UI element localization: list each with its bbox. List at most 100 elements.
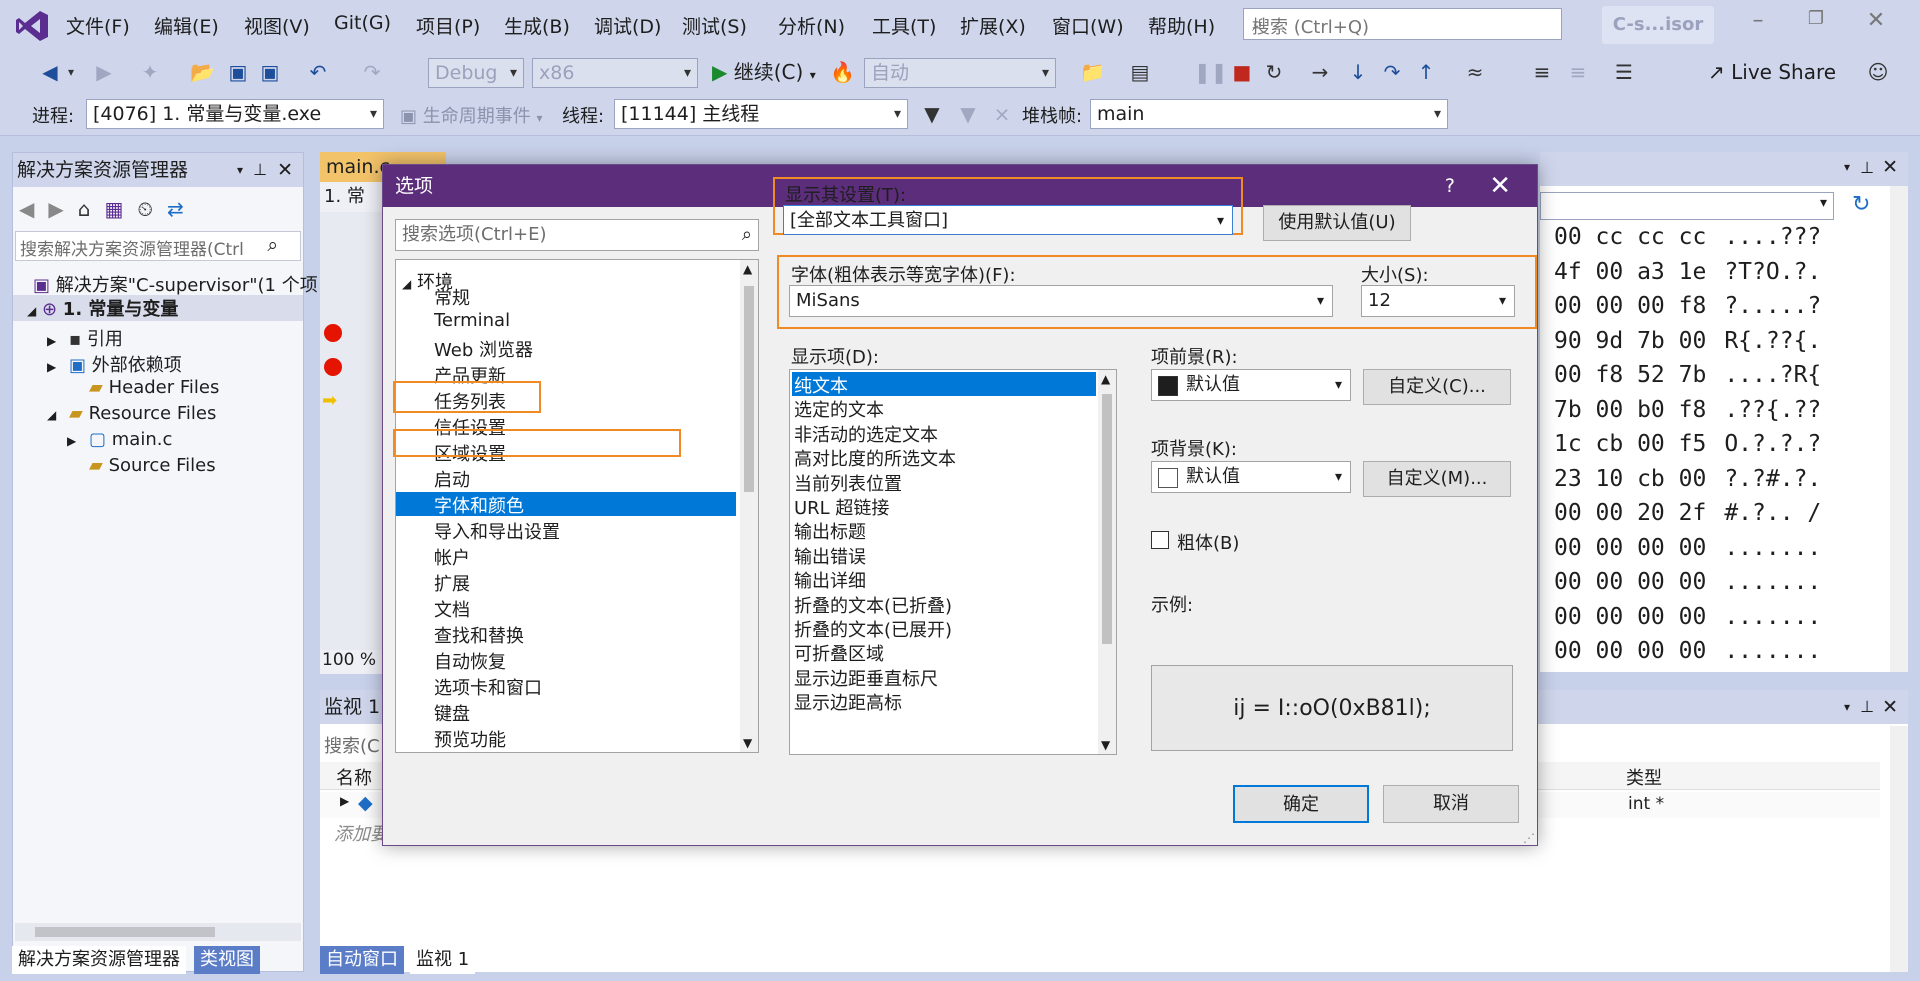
project-node[interactable]: ◢ ⊕ 1. 常量与变量 (13, 295, 303, 321)
indent-icon[interactable]: ☰ (1612, 58, 1636, 86)
tree-item[interactable]: 扩展 (396, 570, 736, 595)
display-item[interactable]: 高对比度的所选文本 (792, 445, 1096, 470)
zoom-level[interactable]: 100 % (320, 650, 382, 674)
search-input[interactable]: 搜索 (Ctrl+Q) ⌕ (1243, 8, 1562, 40)
comment-icon[interactable]: ≡ (1530, 58, 1554, 86)
memory-scrollbar[interactable] (1890, 186, 1908, 672)
display-item[interactable]: 当前列表位置 (792, 470, 1096, 495)
resize-grip-icon[interactable]: ⋰ (1523, 831, 1535, 845)
back-icon[interactable]: ◀ (19, 197, 34, 221)
menu-item[interactable]: Git(G) (334, 12, 391, 34)
close-panel-icon[interactable]: ✕ (277, 153, 293, 187)
tree-item[interactable]: 文档 (396, 596, 736, 621)
tree-item[interactable]: 帐户 (396, 544, 736, 569)
tree-item[interactable]: 选项卡和窗口 (396, 674, 736, 699)
watch-col-type[interactable]: 类型 (1626, 764, 1662, 790)
pin-icon[interactable]: ⊥ (253, 153, 267, 187)
step-out-icon[interactable]: ↑ (1414, 58, 1438, 86)
display-item[interactable]: 输出错误 (792, 543, 1096, 568)
display-item[interactable]: 非活动的选定文本 (792, 421, 1096, 446)
expand-icon[interactable]: ▶ (340, 794, 349, 808)
watch-col-name[interactable]: 名称 (336, 764, 372, 790)
save-icon[interactable]: ▣ (226, 58, 250, 86)
close-window-icon[interactable]: ✕ (1856, 8, 1896, 42)
live-share-button[interactable]: ↗ Live Share (1708, 58, 1868, 86)
scroll-down-icon[interactable]: ▼ (1101, 738, 1110, 752)
expand-icon[interactable]: ◢ (47, 408, 69, 422)
feedback-icon[interactable]: ☺ (1866, 58, 1890, 86)
menu-item[interactable]: 窗口(W) (1052, 12, 1124, 39)
add-watch-item[interactable]: 添加要 (334, 820, 388, 846)
ok-button[interactable]: 确定 (1233, 785, 1369, 823)
display-item[interactable]: 显示边距高标 (792, 689, 1096, 714)
stack-frame-select[interactable]: main ▾ (1090, 99, 1448, 129)
display-items-scrollbar[interactable]: ▲ ▼ (1098, 370, 1116, 754)
process-select[interactable]: [4076] 1. 常量与变量.exe ▾ (86, 99, 384, 129)
panel-menu-icon[interactable]: ▾ (237, 153, 243, 187)
switch-views-icon[interactable]: ▦ (104, 197, 123, 221)
close-dialog-icon[interactable]: ✕ (1489, 165, 1511, 207)
display-scroll-thumb[interactable] (1102, 394, 1112, 644)
solution-item[interactable]: ◢ ▰ Resource Files (47, 403, 216, 424)
screen-icon[interactable]: ▤ (1128, 58, 1152, 86)
open-folder-icon[interactable]: 📂 (190, 58, 215, 86)
menu-item[interactable]: 调试(D) (594, 12, 661, 39)
memory-address-input[interactable]: ▾ (1540, 192, 1834, 220)
new-project-icon[interactable]: ✦ (138, 58, 162, 86)
tab-class-view[interactable]: 类视图 (194, 946, 260, 974)
minimize-icon[interactable]: – (1738, 8, 1778, 42)
tree-item[interactable]: 自动恢复 (396, 648, 736, 673)
configuration-select[interactable]: Debug ▾ (428, 58, 524, 88)
tree-item[interactable]: 启动 (396, 466, 736, 491)
step-into-icon[interactable]: ↓ (1346, 58, 1370, 86)
filter-icon[interactable]: ▼ (920, 100, 944, 128)
breakpoint-icon[interactable] (324, 358, 342, 376)
tab-autos[interactable]: 自动窗口 (320, 946, 404, 974)
font-select[interactable]: MiSans ▾ (789, 285, 1333, 317)
size-select[interactable]: 12 ▾ (1361, 285, 1515, 317)
pin-icon[interactable]: ⊥ (1860, 690, 1874, 724)
display-item[interactable]: 显示边距垂直标尺 (792, 665, 1096, 690)
display-item[interactable]: URL 超链接 (792, 494, 1096, 519)
solution-item[interactable]: ▶ ▢ main.c (67, 429, 172, 450)
display-item[interactable]: 可折叠区域 (792, 640, 1096, 665)
menu-item[interactable]: 文件(F) (66, 12, 130, 39)
options-search-input[interactable]: 搜索选项(Ctrl+E) ⌕ (395, 219, 759, 251)
tree-item[interactable]: Web 浏览器 (396, 336, 736, 361)
solution-search-input[interactable]: 搜索解决方案资源管理器(Ctrl ⌕ (15, 231, 301, 261)
menu-item[interactable]: 项目(P) (416, 12, 480, 39)
maximize-icon[interactable]: ❐ (1796, 8, 1836, 42)
display-item[interactable]: 纯文本 (792, 372, 1096, 397)
close-panel-icon[interactable]: ✕ (1882, 690, 1898, 724)
tab-solution-explorer[interactable]: 解决方案资源管理器 (12, 946, 186, 974)
stop-icon[interactable]: ■ (1230, 58, 1254, 86)
filter-clear-icon[interactable]: ▼ (956, 100, 980, 128)
menu-item[interactable]: 帮助(H) (1148, 12, 1215, 39)
foreground-custom-button[interactable]: 自定义(C)... (1363, 369, 1511, 405)
help-button[interactable]: ? (1445, 165, 1455, 207)
home-icon[interactable]: ⌂ (78, 197, 91, 221)
back-icon[interactable]: ◀ (38, 58, 62, 86)
editor-navbar[interactable]: 1. 常 (320, 182, 382, 212)
menu-item[interactable]: 测试(S) (682, 12, 747, 39)
menu-item[interactable]: 扩展(X) (960, 12, 1026, 39)
back-dropdown-icon[interactable]: ▾ (64, 58, 78, 86)
tree-item[interactable]: Terminal (396, 310, 736, 334)
tree-item[interactable]: 导入和导出设置 (396, 518, 736, 543)
background-custom-button[interactable]: 自定义(M)... (1363, 461, 1511, 497)
solution-item[interactable]: ▰ Header Files (67, 377, 219, 398)
solution-item[interactable]: ▶ ▪ 引用 (47, 325, 123, 351)
solution-item[interactable]: ▰ Source Files (67, 455, 216, 476)
tab-watch-1[interactable]: 监视 1 (410, 946, 476, 974)
tree-item[interactable]: 预览功能 (396, 726, 736, 751)
panel-menu-icon[interactable]: ▾ (1844, 160, 1850, 174)
menu-item[interactable]: 分析(N) (778, 12, 845, 39)
uncomment-icon[interactable]: ≡ (1566, 58, 1590, 86)
forward-icon[interactable]: ▶ (48, 197, 63, 221)
pause-icon[interactable]: ❚❚ (1194, 58, 1228, 86)
expand-icon[interactable]: ▶ (67, 434, 89, 448)
solution-item[interactable]: ▶ ▣ 外部依赖项 (47, 351, 182, 377)
display-item[interactable]: 输出详细 (792, 567, 1096, 592)
menu-item[interactable]: 工具(T) (872, 12, 936, 39)
expand-icon[interactable]: ▶ (47, 334, 69, 348)
